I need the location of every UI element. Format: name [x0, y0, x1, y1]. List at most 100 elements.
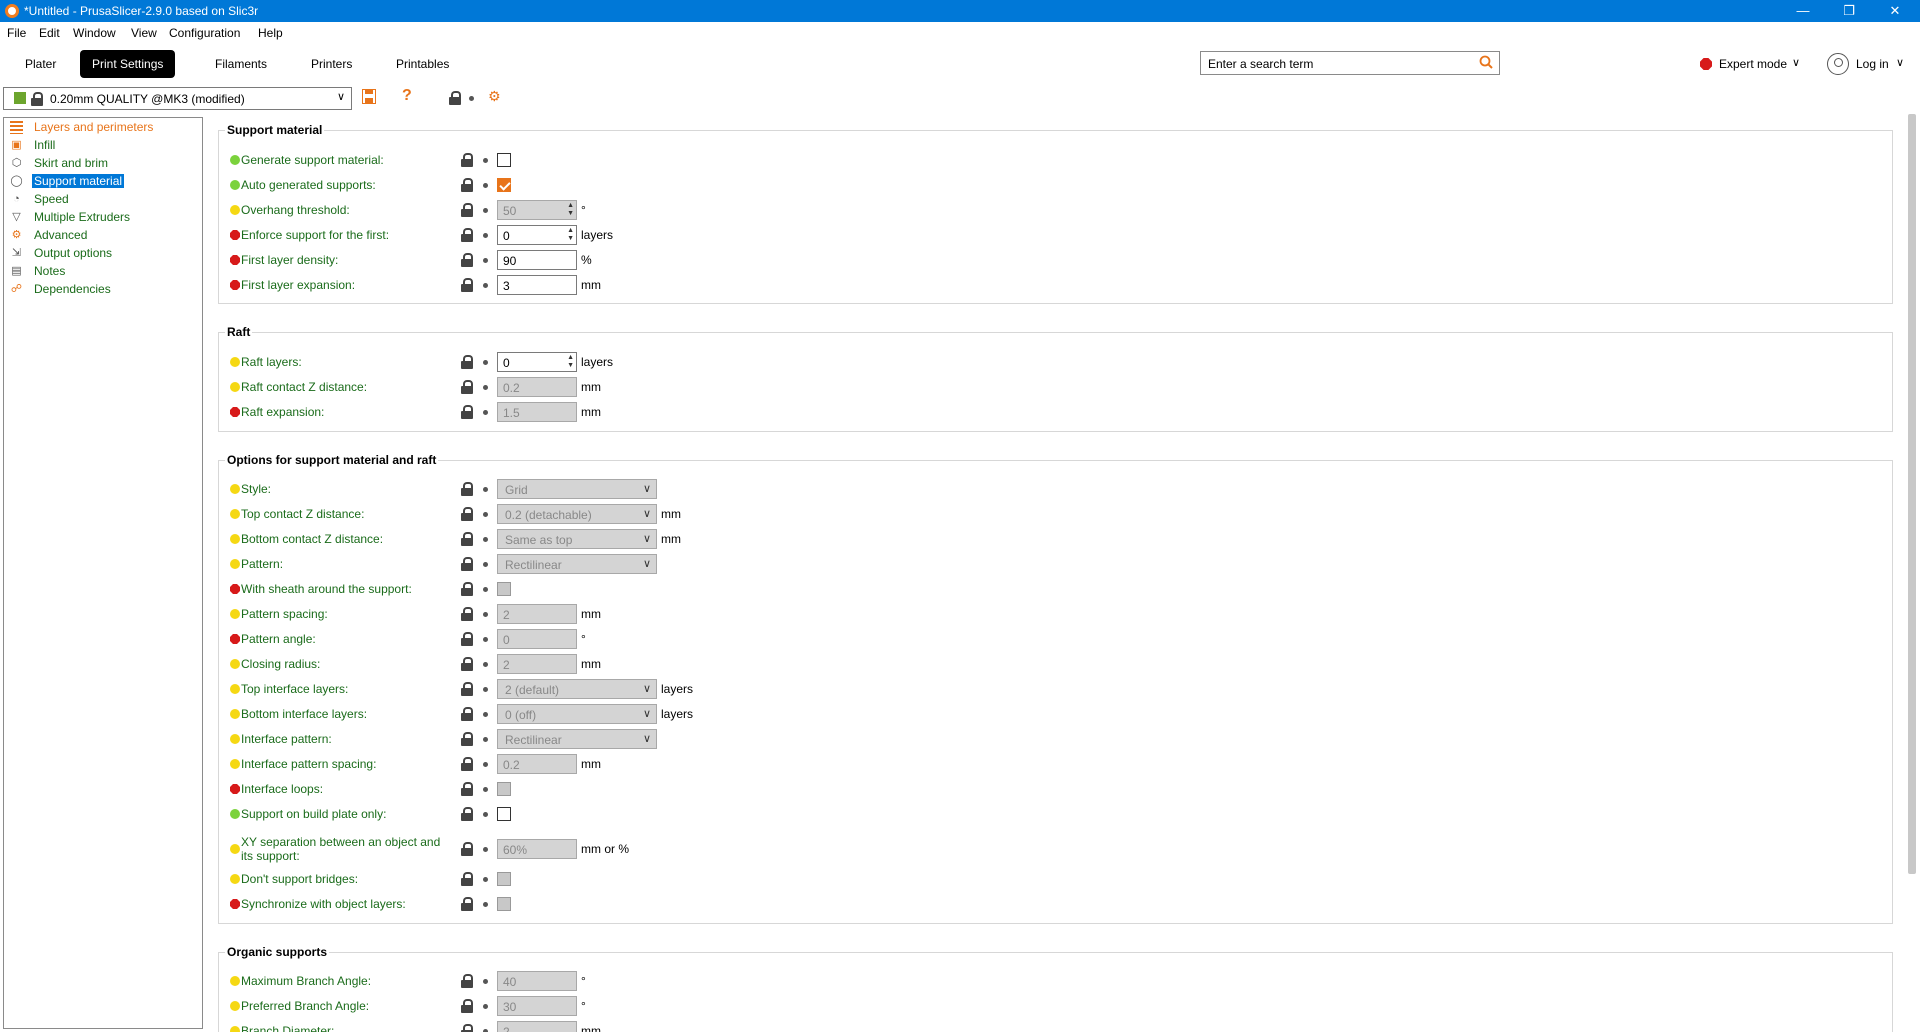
lock-icon[interactable] — [461, 532, 473, 546]
tab-filaments[interactable]: Filaments — [203, 50, 279, 78]
minimize-button[interactable]: — — [1780, 0, 1826, 22]
menu-help[interactable]: Help — [258, 26, 283, 40]
help-question-icon[interactable]: ? — [402, 87, 412, 105]
preferred-branch-angle-input[interactable]: 30 — [497, 996, 577, 1016]
compare-presets-icon[interactable]: ⚙ — [488, 88, 501, 105]
overhang-threshold-spinbox[interactable]: 50 ▲ ▼ — [497, 200, 577, 220]
with-sheath-checkbox[interactable] — [497, 582, 511, 596]
interface-loops-checkbox[interactable] — [497, 782, 511, 796]
bullet-icon[interactable] — [483, 487, 488, 492]
lock-icon[interactable] — [461, 380, 473, 394]
raft-contact-z-input[interactable]: 0.2 — [497, 377, 577, 397]
bullet-icon[interactable] — [483, 562, 488, 567]
bullet-icon[interactable] — [483, 283, 488, 288]
search-icon[interactable] — [1479, 55, 1493, 69]
bullet-icon[interactable] — [483, 208, 488, 213]
lock-icon[interactable] — [461, 682, 473, 696]
bullet-icon[interactable] — [483, 360, 488, 365]
sidebar-item-advanced[interactable]: ⚙ Advanced — [8, 227, 198, 244]
lock-icon[interactable] — [461, 582, 473, 596]
lock-icon[interactable] — [461, 203, 473, 217]
enforce-support-spinbox[interactable]: 0 ▲ ▼ — [497, 225, 577, 245]
sidebar-item-layers-and-perimeters[interactable]: Layers and perimeters — [8, 119, 198, 136]
lock-icon[interactable] — [461, 153, 473, 167]
lock-icon[interactable] — [461, 842, 473, 856]
pattern-dropdown[interactable]: Rectilinear ∨ — [497, 554, 657, 574]
bullet-icon[interactable] — [483, 233, 488, 238]
vertical-scrollbar[interactable] — [1908, 114, 1916, 874]
search-input[interactable]: Enter a search term — [1200, 51, 1500, 75]
top-contact-z-dropdown[interactable]: 0.2 (detachable) ∨ — [497, 504, 657, 524]
bullet-icon[interactable] — [483, 902, 488, 907]
auto-generated-supports-checkbox[interactable] — [497, 178, 511, 192]
bullet-icon[interactable] — [483, 612, 488, 617]
bullet-icon[interactable] — [483, 762, 488, 767]
lock-icon[interactable] — [461, 632, 473, 646]
lock-icon[interactable] — [461, 507, 473, 521]
sidebar-item-speed[interactable]: ◔ Speed — [8, 191, 198, 208]
lock-icon[interactable] — [461, 228, 473, 242]
lock-icon[interactable] — [461, 557, 473, 571]
sidebar-item-infill[interactable]: ▣ Infill — [8, 137, 198, 154]
lock-icon[interactable] — [461, 355, 473, 369]
menu-window[interactable]: Window — [73, 26, 116, 40]
interface-pattern-spacing-input[interactable]: 0.2 — [497, 754, 577, 774]
lock-icon[interactable] — [461, 732, 473, 746]
branch-diameter-input[interactable]: 2 — [497, 1021, 577, 1032]
bullet-icon[interactable] — [483, 979, 488, 984]
lock-icon[interactable] — [461, 657, 473, 671]
restore-button[interactable]: ❐ — [1826, 0, 1872, 22]
xy-separation-input[interactable]: 60% — [497, 839, 577, 859]
lock-icon[interactable] — [461, 482, 473, 496]
bullet-icon[interactable] — [483, 385, 488, 390]
lock-icon[interactable] — [461, 1024, 473, 1032]
bullet-icon[interactable] — [483, 158, 488, 163]
lock-icon[interactable] — [461, 782, 473, 796]
max-branch-angle-input[interactable]: 40 — [497, 971, 577, 991]
closing-radius-input[interactable]: 2 — [497, 654, 577, 674]
interface-pattern-dropdown[interactable]: Rectilinear ∨ — [497, 729, 657, 749]
lock-icon[interactable] — [461, 253, 473, 267]
lock-icon[interactable] — [461, 607, 473, 621]
lock-icon[interactable] — [461, 807, 473, 821]
dont-support-bridges-checkbox[interactable] — [497, 872, 511, 886]
generate-support-checkbox[interactable] — [497, 153, 511, 167]
bottom-interface-layers-dropdown[interactable]: 0 (off) ∨ — [497, 704, 657, 724]
lock-icon[interactable] — [461, 872, 473, 886]
lock-icon[interactable] — [461, 178, 473, 192]
bullet-icon[interactable] — [483, 687, 488, 692]
bullet-icon[interactable] — [483, 662, 488, 667]
lock-icon[interactable] — [461, 707, 473, 721]
build-plate-only-checkbox[interactable] — [497, 807, 511, 821]
spin-arrows-icon[interactable]: ▲ ▼ — [567, 354, 574, 370]
first-layer-expansion-input[interactable]: 3 — [497, 275, 577, 295]
menu-view[interactable]: View — [131, 26, 157, 40]
raft-layers-spinbox[interactable]: 0 ▲ ▼ — [497, 352, 577, 372]
bottom-contact-z-dropdown[interactable]: Same as top ∨ — [497, 529, 657, 549]
bullet-icon[interactable] — [483, 587, 488, 592]
top-interface-layers-dropdown[interactable]: 2 (default) ∨ — [497, 679, 657, 699]
bullet-icon[interactable] — [483, 877, 488, 882]
bullet-icon[interactable] — [483, 1004, 488, 1009]
bullet-icon[interactable] — [483, 410, 488, 415]
sidebar-item-notes[interactable]: ▤ Notes — [8, 263, 198, 280]
lock-legend-icon[interactable] — [449, 91, 461, 105]
lock-icon[interactable] — [461, 974, 473, 988]
sidebar-item-support-material[interactable]: ◯ Support material — [8, 173, 198, 190]
preset-dropdown[interactable]: 0.20mm QUALITY @MK3 (modified) ∨ — [3, 87, 352, 110]
synchronize-layers-checkbox[interactable] — [497, 897, 511, 911]
first-layer-density-input[interactable]: 90 — [497, 250, 577, 270]
save-preset-icon[interactable] — [362, 89, 376, 104]
bullet-legend-icon[interactable] — [469, 96, 474, 101]
spin-arrows-icon[interactable]: ▲ ▼ — [567, 227, 574, 243]
bullet-icon[interactable] — [483, 847, 488, 852]
lock-icon[interactable] — [461, 405, 473, 419]
lock-icon[interactable] — [461, 757, 473, 771]
pattern-angle-input[interactable]: 0 — [497, 629, 577, 649]
bullet-icon[interactable] — [483, 258, 488, 263]
sidebar-item-skirt-and-brim[interactable]: ⬡ Skirt and brim — [8, 155, 198, 172]
tab-printers[interactable]: Printers — [299, 50, 364, 78]
spin-arrows-icon[interactable]: ▲ ▼ — [567, 202, 574, 218]
bullet-icon[interactable] — [483, 737, 488, 742]
lock-icon[interactable] — [461, 897, 473, 911]
